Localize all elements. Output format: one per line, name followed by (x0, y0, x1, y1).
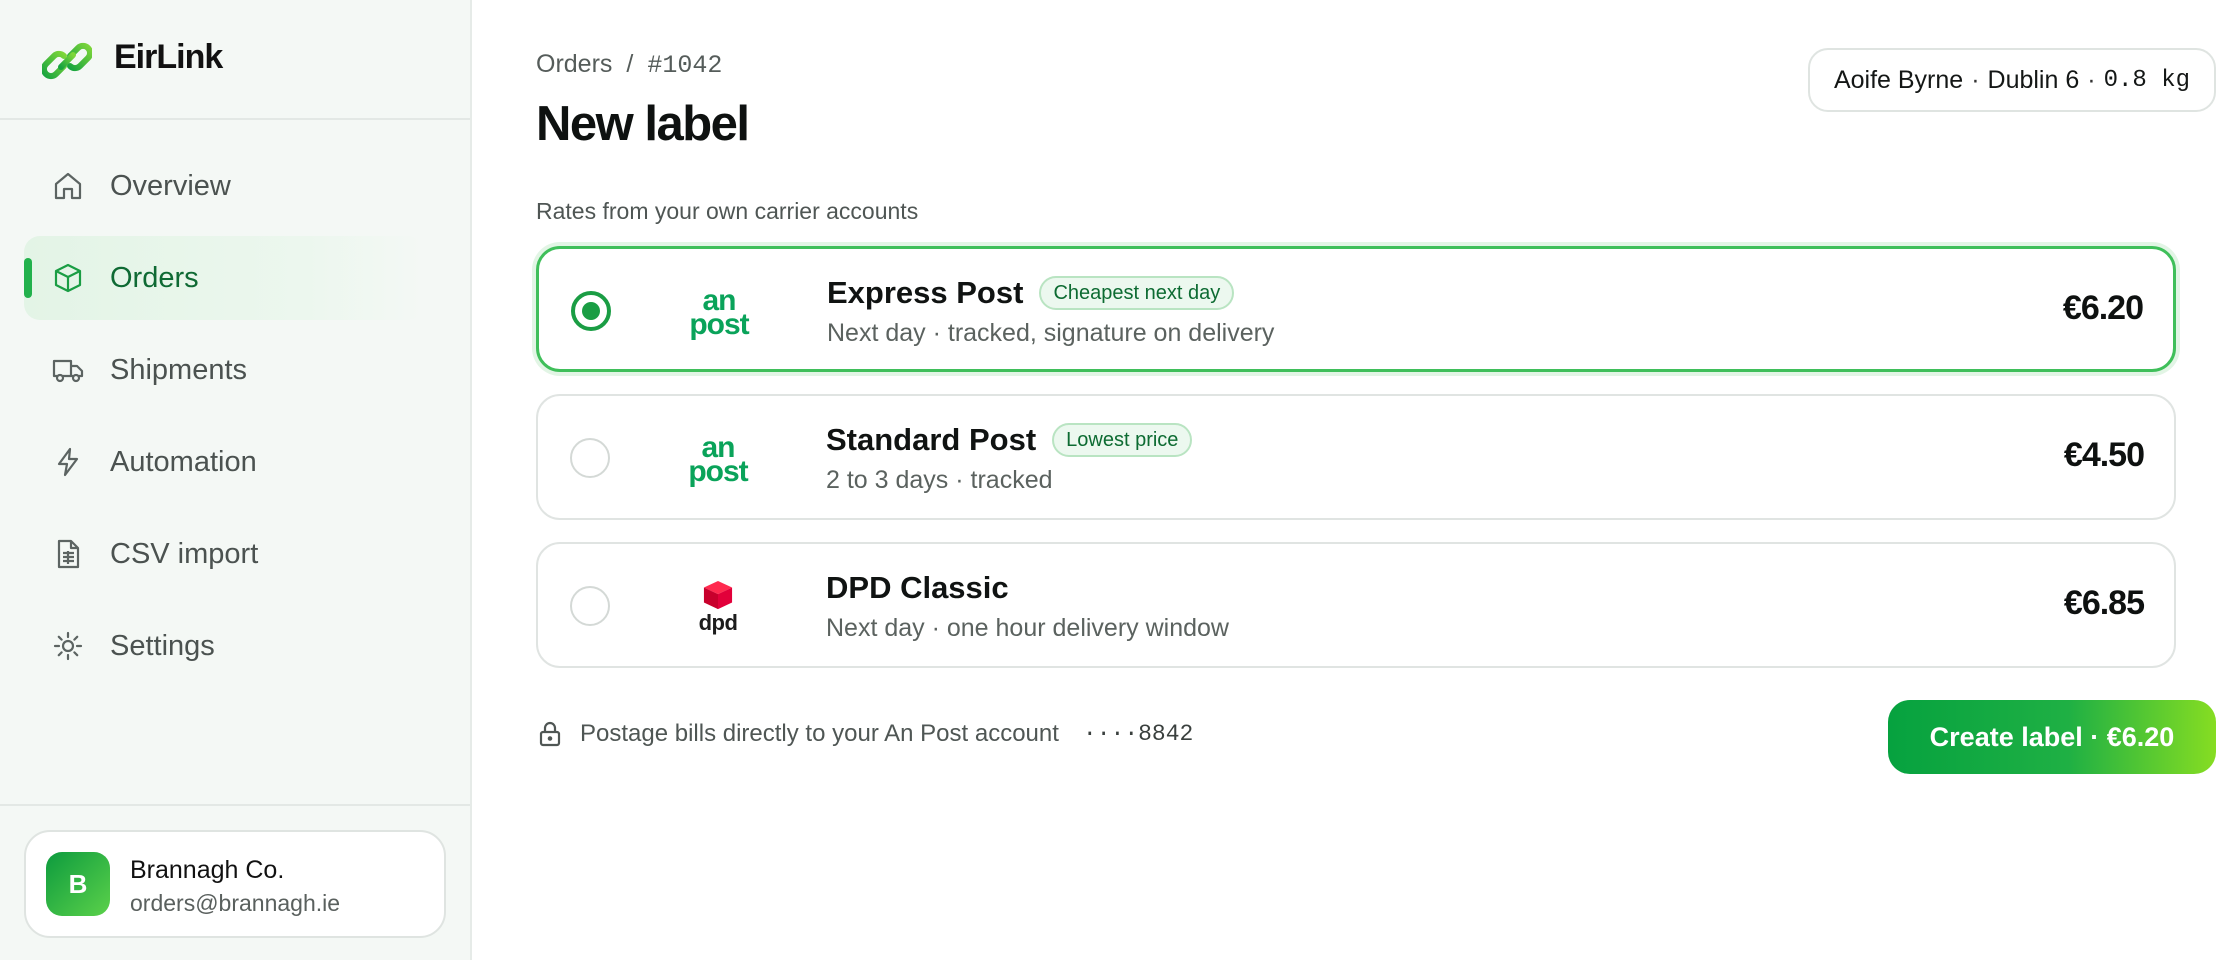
rate-description: Next day · one hour delivery window (826, 614, 1229, 642)
rate-radio[interactable] (570, 586, 610, 626)
summary-separator: · (2087, 65, 2096, 94)
rate-name-text: DPD Classic (826, 570, 1009, 605)
home-icon (54, 172, 82, 200)
recipient-name: Aoife Byrne (1833, 65, 1964, 94)
breadcrumb-separator: / (626, 50, 634, 78)
rate-option-dpd-classic[interactable]: dpd DPD Classic Next day · one hour deli… (536, 542, 2176, 668)
parcel-weight: 0.8 kg (2103, 66, 2190, 94)
gear-icon (53, 631, 83, 661)
rate-badge: Lowest price (1052, 423, 1193, 457)
sidebar-item-label: CSV import (110, 538, 259, 570)
chain-link-icon (42, 42, 92, 80)
breadcrumb-orders-link[interactable]: Orders (536, 50, 612, 79)
lightning-icon (57, 447, 79, 477)
sidebar-item-settings[interactable]: Settings (24, 604, 424, 688)
dpd-logo: dpd (678, 580, 758, 636)
breadcrumb: Orders / #1042 (536, 50, 722, 80)
account-name: Brannagh Co. (130, 856, 285, 884)
sidebar-item-orders[interactable]: Orders (24, 236, 424, 320)
rate-price: €6.85 (2063, 584, 2145, 622)
page-title: New label (536, 97, 750, 151)
breadcrumb-order-id: #1042 (647, 51, 723, 80)
account-email: orders@brannagh.ie (130, 890, 341, 916)
rate-radio[interactable] (571, 291, 611, 331)
account-switcher[interactable]: B Brannagh Co. orders@brannagh.ie (24, 830, 446, 938)
sidebar-nav: Overview Orders Shipments Automation CSV… (24, 144, 424, 696)
sidebar: EirLink Overview Orders Shipments Automa… (0, 0, 472, 960)
sidebar-item-shipments[interactable]: Shipments (24, 328, 424, 412)
main-content: Orders / #1042 New label Aoife Byrne · D… (472, 0, 2240, 960)
rate-description: 2 to 3 days · tracked (826, 466, 1053, 494)
rate-name-text: Express Post (827, 275, 1024, 310)
account-section: B Brannagh Co. orders@brannagh.ie (0, 804, 470, 960)
rate-name-text: Standard Post (826, 422, 1037, 457)
sidebar-item-label: Settings (110, 630, 215, 662)
rate-name: Express Post Cheapest next day (827, 275, 1235, 311)
rate-price: €6.20 (2062, 289, 2144, 327)
sidebar-item-automation[interactable]: Automation (24, 420, 424, 504)
sidebar-item-label: Shipments (110, 354, 248, 386)
brand-name: EirLink (114, 38, 223, 76)
rate-option-express-post[interactable]: an post Express Post Cheapest next day Ne… (536, 246, 2176, 372)
rate-options: an post Express Post Cheapest next day Ne… (536, 246, 2176, 690)
create-label-button[interactable]: Create label · €6.20 (1888, 700, 2216, 774)
shipment-summary-chip: Aoife Byrne · Dublin 6 · 0.8 kg (1807, 48, 2216, 112)
rate-name: DPD Classic (826, 570, 1009, 606)
avatar: B (46, 852, 110, 916)
rate-price: €4.50 (2063, 436, 2145, 474)
summary-separator: · (1971, 65, 1980, 94)
brand-header: EirLink (0, 0, 470, 120)
rate-option-standard-post[interactable]: an post Standard Post Lowest price 2 to 3… (536, 394, 2176, 520)
rate-radio[interactable] (570, 438, 610, 478)
sidebar-item-label: Overview (110, 170, 231, 202)
rate-badge: Cheapest next day (1039, 276, 1235, 310)
lock-icon (539, 721, 561, 747)
an-post-logo: an post (689, 284, 749, 341)
rate-name: Standard Post Lowest price (826, 422, 1193, 458)
truck-icon (52, 359, 84, 383)
sidebar-item-csv-import[interactable]: CSV import (24, 512, 424, 596)
sidebar-item-label: Automation (110, 446, 257, 478)
an-post-logo: an post (688, 431, 748, 488)
rate-description: Next day · tracked, signature on deliver… (827, 319, 1275, 347)
billing-note-text: Postage bills directly to your An Post a… (580, 720, 1059, 747)
billing-note: Postage bills directly to your An Post a… (536, 720, 1193, 748)
sidebar-item-overview[interactable]: Overview (24, 144, 424, 228)
box-icon (54, 263, 82, 293)
masked-account-number: ····8842 (1082, 721, 1194, 747)
spreadsheet-file-icon (57, 539, 80, 569)
dpd-cube-icon (703, 580, 733, 610)
recipient-area: Dublin 6 (1987, 65, 2080, 94)
rates-section-label: Rates from your own carrier accounts (536, 198, 919, 224)
sidebar-item-label: Orders (110, 262, 199, 294)
